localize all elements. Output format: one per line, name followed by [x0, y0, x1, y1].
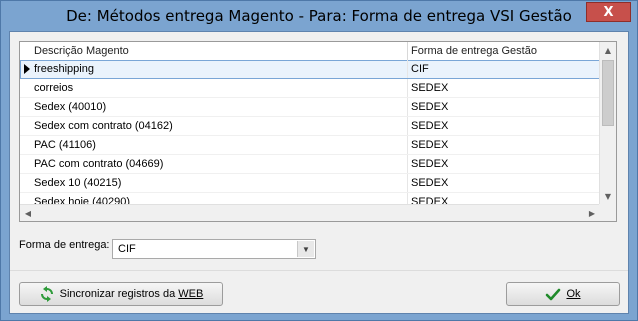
- cell-forma[interactable]: SEDEX: [408, 174, 600, 192]
- scroll-left-icon[interactable]: ◀: [20, 205, 36, 221]
- cell-descricao[interactable]: freeshipping: [31, 60, 408, 78]
- cell-descricao[interactable]: Sedex (40010): [31, 98, 408, 116]
- check-icon: [546, 288, 561, 301]
- divider: [10, 270, 628, 271]
- vertical-scrollbar[interactable]: ▲ ▼: [599, 42, 616, 204]
- cell-forma[interactable]: SEDEX: [408, 136, 600, 154]
- cell-forma[interactable]: SEDEX: [408, 79, 600, 97]
- table-row[interactable]: Sedex com contrato (04162) SEDEX: [20, 117, 600, 136]
- vertical-scroll-thumb[interactable]: [602, 60, 614, 126]
- close-icon: X: [603, 4, 614, 20]
- scrollbar-corner: [599, 204, 616, 221]
- table-row[interactable]: Sedex (40010) SEDEX: [20, 98, 600, 117]
- close-button[interactable]: X: [586, 2, 631, 22]
- table-row[interactable]: PAC com contrato (04669) SEDEX: [20, 155, 600, 174]
- dialog-client: Descrição Magento Forma de entrega Gestã…: [9, 31, 629, 314]
- cell-forma[interactable]: CIF: [408, 60, 600, 78]
- cell-forma[interactable]: SEDEX: [408, 117, 600, 135]
- scroll-down-icon[interactable]: ▼: [600, 188, 616, 204]
- scroll-right-icon[interactable]: ▶: [584, 205, 600, 221]
- cell-forma[interactable]: SEDEX: [408, 155, 600, 173]
- cell-descricao[interactable]: Sedex 10 (40215): [31, 174, 408, 192]
- shipping-grid[interactable]: Descrição Magento Forma de entrega Gestã…: [19, 41, 617, 222]
- refresh-icon: [40, 286, 53, 302]
- forma-entrega-select[interactable]: CIF ▼: [112, 239, 316, 259]
- table-row[interactable]: freeshipping CIF: [20, 60, 600, 79]
- cell-descricao[interactable]: correios: [31, 79, 408, 97]
- window-title: De: Métodos entrega Magento - Para: Form…: [66, 7, 572, 25]
- title-bar[interactable]: De: Métodos entrega Magento - Para: Form…: [1, 1, 637, 31]
- cell-forma[interactable]: SEDEX: [408, 98, 600, 116]
- ok-button-label: Ok: [566, 288, 581, 300]
- grid-rows: freeshipping CIF correios SEDEX Sedex (4…: [20, 60, 600, 212]
- grid-header: Descrição Magento Forma de entrega Gestã…: [20, 42, 600, 61]
- ok-button[interactable]: Ok: [506, 282, 620, 306]
- forma-entrega-value: CIF: [118, 243, 136, 255]
- cell-descricao[interactable]: PAC com contrato (04669): [31, 155, 408, 173]
- scroll-up-icon[interactable]: ▲: [600, 42, 616, 58]
- table-row[interactable]: Sedex 10 (40215) SEDEX: [20, 174, 600, 193]
- chevron-down-icon[interactable]: ▼: [297, 241, 314, 257]
- sync-button-label: Sincronizar registros da WEB: [59, 288, 204, 300]
- horizontal-scrollbar[interactable]: ◀ ▶: [20, 204, 600, 221]
- row-indicator-icon: [21, 60, 31, 78]
- cell-descricao[interactable]: PAC (41106): [31, 136, 408, 154]
- column-header-descricao[interactable]: Descrição Magento: [31, 42, 408, 60]
- forma-entrega-label: Forma de entrega:: [19, 239, 110, 251]
- cell-descricao[interactable]: Sedex com contrato (04162): [31, 117, 408, 135]
- column-header-forma[interactable]: Forma de entrega Gestão: [408, 42, 600, 60]
- table-row[interactable]: correios SEDEX: [20, 79, 600, 98]
- dialog-window: De: Métodos entrega Magento - Para: Form…: [0, 0, 638, 321]
- sync-web-button[interactable]: Sincronizar registros da WEB: [19, 282, 223, 306]
- table-row[interactable]: PAC (41106) SEDEX: [20, 136, 600, 155]
